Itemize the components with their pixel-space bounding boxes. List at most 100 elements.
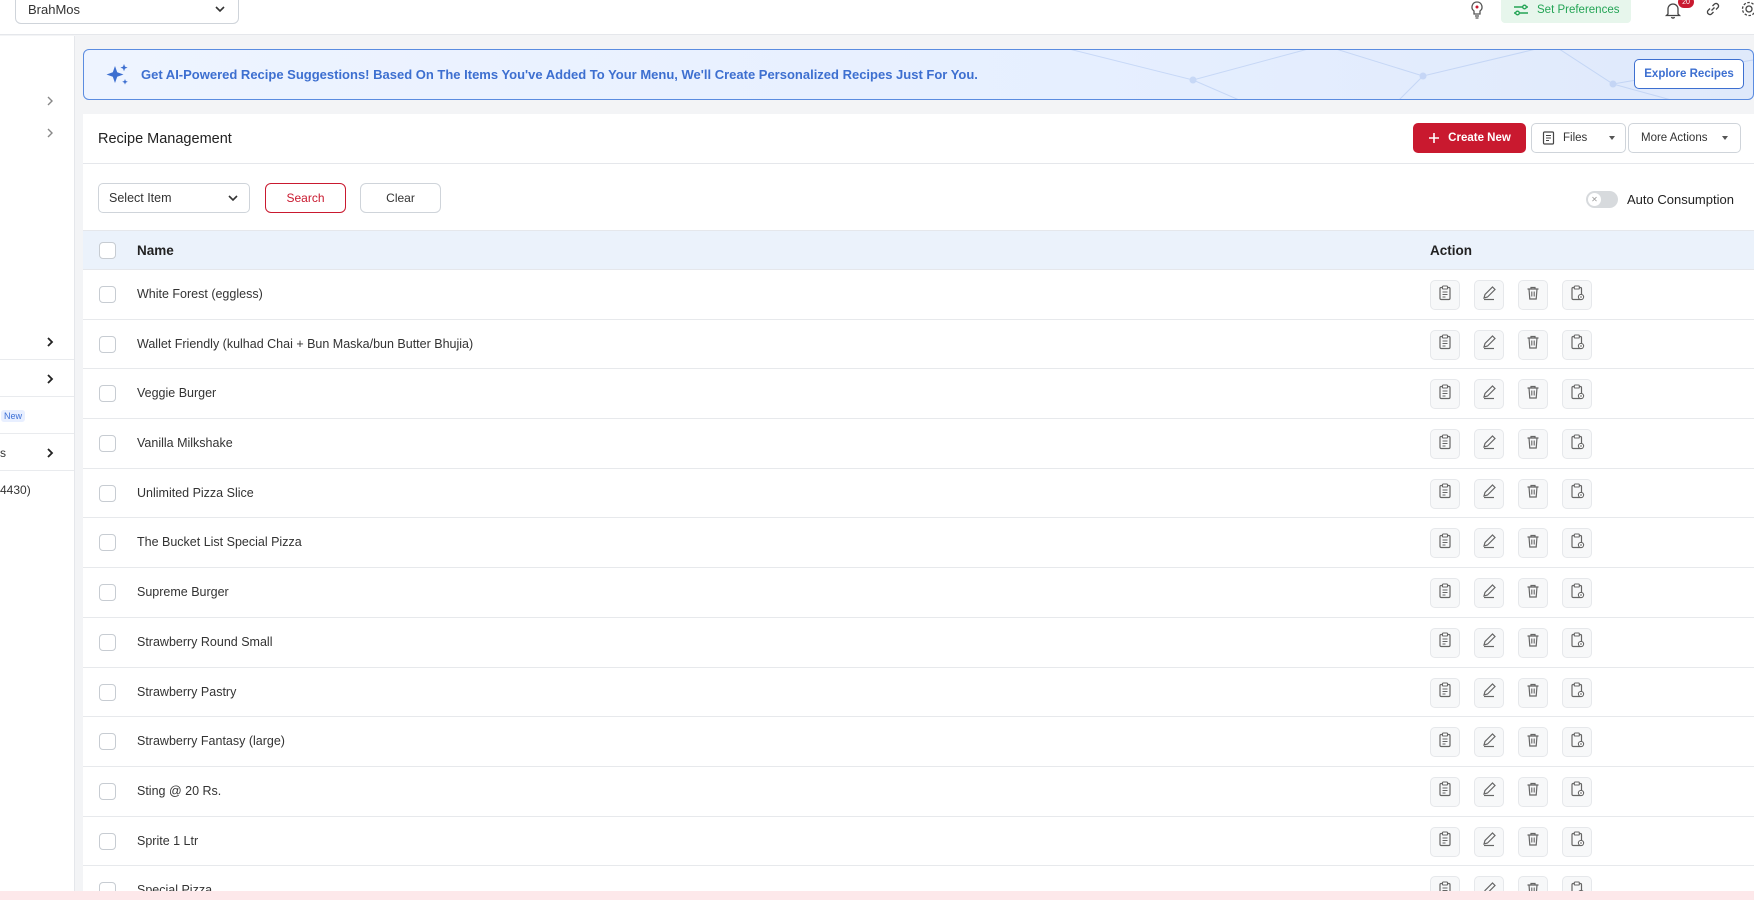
delete-recipe-button[interactable] xyxy=(1518,776,1548,807)
view-recipe-button[interactable] xyxy=(1430,776,1460,807)
row-checkbox[interactable] xyxy=(99,832,116,850)
row-checkbox[interactable] xyxy=(99,733,116,751)
row-checkbox[interactable] xyxy=(99,683,116,701)
delete-recipe-button[interactable] xyxy=(1518,280,1548,310)
row-checkbox[interactable] xyxy=(99,286,116,303)
table-row: The Bucket List Special Pizza xyxy=(83,518,1754,569)
sidebar-item-3[interactable] xyxy=(0,324,74,360)
lightbulb-icon[interactable] xyxy=(1466,0,1488,20)
select-all-checkbox[interactable] xyxy=(99,242,116,259)
row-checkbox[interactable] xyxy=(99,782,116,800)
delete-recipe-button[interactable] xyxy=(1518,677,1548,708)
copy-recipe-button[interactable] xyxy=(1562,578,1592,609)
view-recipe-button[interactable] xyxy=(1430,528,1460,559)
pencil-icon xyxy=(1481,434,1497,455)
copy-recipe-button[interactable] xyxy=(1562,776,1592,807)
clear-button[interactable]: Clear xyxy=(360,183,441,213)
row-checkbox[interactable] xyxy=(99,435,116,453)
gear-icon[interactable] xyxy=(1740,0,1754,18)
auto-consumption-toggle[interactable]: ✕ xyxy=(1586,191,1618,208)
edit-recipe-button[interactable] xyxy=(1474,528,1504,559)
files-dropdown-button[interactable]: Files xyxy=(1531,123,1626,153)
view-recipe-button[interactable] xyxy=(1430,329,1460,360)
recipe-name: Sting @ 20 Rs. xyxy=(137,783,222,798)
delete-recipe-button[interactable] xyxy=(1518,627,1548,658)
pencil-icon xyxy=(1481,334,1497,355)
delete-recipe-button[interactable] xyxy=(1518,727,1548,758)
explore-recipes-button[interactable]: Explore Recipes xyxy=(1634,59,1744,89)
view-recipe-button[interactable] xyxy=(1430,280,1460,310)
item-select[interactable]: Select Item xyxy=(98,183,250,213)
sidebar-item-2[interactable] xyxy=(0,115,74,151)
view-recipe-button[interactable] xyxy=(1430,727,1460,758)
copy-recipe-button[interactable] xyxy=(1562,627,1592,658)
delete-recipe-button[interactable] xyxy=(1518,478,1548,509)
outlet-select[interactable]: BrahMos xyxy=(15,0,239,24)
sidebar-item-5[interactable]: New xyxy=(0,398,74,434)
view-recipe-button[interactable] xyxy=(1430,379,1460,410)
clipboard-copy-icon xyxy=(1569,533,1585,554)
edit-recipe-button[interactable] xyxy=(1474,329,1504,360)
row-checkbox[interactable] xyxy=(99,633,116,651)
copy-recipe-button[interactable] xyxy=(1562,280,1592,310)
sidebar-item-6[interactable]: s xyxy=(0,435,74,471)
copy-recipe-button[interactable] xyxy=(1562,826,1592,857)
edit-recipe-button[interactable] xyxy=(1474,478,1504,509)
copy-recipe-button[interactable] xyxy=(1562,429,1592,460)
delete-recipe-button[interactable] xyxy=(1518,528,1548,559)
pencil-icon xyxy=(1481,483,1497,504)
table-row: Strawberry Round Small xyxy=(83,618,1754,668)
sidebar-item-7[interactable]: 4430) xyxy=(0,472,74,508)
view-recipe-button[interactable] xyxy=(1430,578,1460,609)
edit-recipe-button[interactable] xyxy=(1474,578,1504,609)
view-recipe-button[interactable] xyxy=(1430,677,1460,708)
trash-icon xyxy=(1525,583,1541,604)
set-preferences-button[interactable]: Set Preferences xyxy=(1501,0,1632,23)
sidebar-item-1[interactable] xyxy=(0,83,74,119)
copy-recipe-button[interactable] xyxy=(1562,379,1592,410)
copy-recipe-button[interactable] xyxy=(1562,478,1592,509)
view-recipe-button[interactable] xyxy=(1430,627,1460,658)
row-checkbox[interactable] xyxy=(99,484,116,502)
search-button[interactable]: Search xyxy=(265,183,346,213)
edit-recipe-button[interactable] xyxy=(1474,776,1504,807)
copy-recipe-button[interactable] xyxy=(1562,329,1592,360)
chevron-right-icon xyxy=(47,96,53,106)
delete-recipe-button[interactable] xyxy=(1518,429,1548,460)
delete-recipe-button[interactable] xyxy=(1518,578,1548,609)
more-actions-button[interactable]: More Actions xyxy=(1628,123,1741,153)
sidebar-item-4[interactable] xyxy=(0,361,74,397)
edit-recipe-button[interactable] xyxy=(1474,280,1504,310)
row-checkbox[interactable] xyxy=(99,335,116,353)
edit-recipe-button[interactable] xyxy=(1474,627,1504,658)
link-icon[interactable] xyxy=(1704,0,1722,18)
row-checkbox[interactable] xyxy=(99,534,116,552)
delete-recipe-button[interactable] xyxy=(1518,329,1548,360)
copy-recipe-button[interactable] xyxy=(1562,677,1592,708)
view-recipe-button[interactable] xyxy=(1430,478,1460,509)
table-row: Strawberry Pastry xyxy=(83,668,1754,718)
edit-recipe-button[interactable] xyxy=(1474,826,1504,857)
edit-recipe-button[interactable] xyxy=(1474,677,1504,708)
clipboard-icon xyxy=(1437,583,1453,604)
table-row: Sting @ 20 Rs. xyxy=(83,767,1754,817)
copy-recipe-button[interactable] xyxy=(1562,727,1592,758)
clipboard-icon xyxy=(1437,632,1453,653)
row-checkbox[interactable] xyxy=(99,385,116,403)
copy-recipe-button[interactable] xyxy=(1562,528,1592,559)
edit-recipe-button[interactable] xyxy=(1474,727,1504,758)
clipboard-icon xyxy=(1437,831,1453,852)
view-recipe-button[interactable] xyxy=(1430,429,1460,460)
recipe-name: The Bucket List Special Pizza xyxy=(137,535,302,550)
view-recipe-button[interactable] xyxy=(1430,826,1460,857)
caret-down-icon xyxy=(1722,136,1728,140)
item-select-value: Select Item xyxy=(109,191,172,205)
edit-recipe-button[interactable] xyxy=(1474,429,1504,460)
delete-recipe-button[interactable] xyxy=(1518,379,1548,410)
trash-icon xyxy=(1525,483,1541,504)
recipe-name: Strawberry Pastry xyxy=(137,684,237,699)
edit-recipe-button[interactable] xyxy=(1474,379,1504,410)
row-checkbox[interactable] xyxy=(99,584,116,602)
delete-recipe-button[interactable] xyxy=(1518,826,1548,857)
create-new-button[interactable]: Create New xyxy=(1413,123,1526,153)
